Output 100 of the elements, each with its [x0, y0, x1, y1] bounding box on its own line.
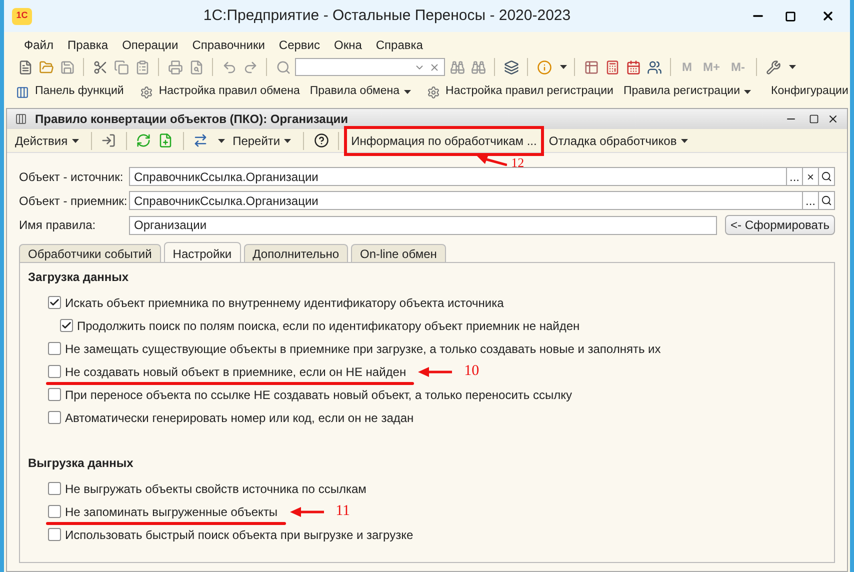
field-button[interactable]: ...: [787, 167, 803, 186]
copy-icon[interactable]: [114, 60, 128, 74]
clipboard-icon[interactable]: [134, 60, 150, 74]
menu-item[interactable]: Операции: [122, 36, 178, 54]
redo-icon[interactable]: [242, 60, 258, 74]
input-field[interactable]: СправочникСсылка.Организации: [129, 191, 803, 210]
close-icon[interactable]: [821, 9, 835, 23]
undo-icon[interactable]: [222, 60, 236, 74]
form-icon: [15, 113, 27, 125]
save-icon[interactable]: [60, 60, 74, 74]
toolbar-button[interactable]: Панель функций: [31, 83, 128, 101]
field-button[interactable]: ×: [803, 167, 819, 186]
checkbox-label: Не запоминать выгруженные объекты: [65, 504, 278, 520]
field-label: Объект - источник:: [19, 168, 124, 186]
binoculars-icon[interactable]: [450, 60, 464, 74]
checkbox-label: Не замещать существующие объекты в приемнике при загрузке, а только создавать новые и заполнять их: [65, 340, 661, 358]
checkbox[interactable]: [60, 319, 73, 332]
calculator-icon[interactable]: [604, 60, 620, 74]
checkbox-label: Продолжить поиск по полям поиска, если по идентификатору объект приемник не найден: [77, 318, 580, 334]
tab[interactable]: Настройки: [164, 242, 241, 262]
checkbox[interactable]: [48, 411, 61, 424]
app-logo: 1С: [12, 8, 32, 24]
tab[interactable]: On-line обмен: [351, 244, 446, 262]
menu-item[interactable]: Файл: [24, 36, 54, 54]
toolbar-button[interactable]: Настройка правил обмена: [154, 83, 304, 101]
arrow-icon: [477, 156, 508, 166]
toolbar-button[interactable]: Отладка обработчиков: [544, 128, 692, 152]
dropdown-arrow-icon: [284, 138, 292, 142]
info-icon[interactable]: [536, 60, 552, 74]
field-button[interactable]: ...: [803, 191, 819, 210]
gear-icon[interactable]: [140, 86, 153, 98]
input-field[interactable]: СправочникСсылка.Организации: [129, 167, 787, 186]
dropdown-arrow-icon: [218, 138, 225, 142]
enter-icon[interactable]: [101, 133, 116, 148]
help-icon[interactable]: [314, 133, 329, 148]
checkbox-label: Искать объект приемника по внутреннему идентификатору объекта источника: [65, 294, 504, 312]
menu-item[interactable]: Окна: [334, 36, 362, 54]
toolbar-button[interactable]: Действия: [11, 128, 83, 152]
search-field[interactable]: [295, 58, 445, 76]
toolbar-button[interactable]: Правила обмена: [306, 83, 415, 101]
menu-item[interactable]: Сервис: [278, 36, 320, 54]
checkbox-label: Не создавать новый объект в приемнике, если он НЕ найден: [65, 364, 406, 380]
clear-icon[interactable]: [429, 62, 440, 72]
dropdown-arrow-icon: [680, 138, 688, 142]
panel-icon[interactable]: [16, 86, 29, 98]
tab[interactable]: Дополнительно: [244, 244, 348, 262]
search-icon[interactable]: [821, 171, 832, 182]
printer-icon[interactable]: [168, 60, 182, 74]
checkbox[interactable]: [48, 296, 61, 309]
search-icon[interactable]: [821, 195, 832, 206]
checkbox[interactable]: [48, 342, 61, 355]
checkbox-label: При переносе объекта по ссылке НЕ создавать новый объект, а только переносить ссылку: [65, 386, 572, 404]
calendar-icon[interactable]: [626, 60, 640, 74]
refresh-icon[interactable]: [136, 133, 152, 148]
toolbar-button[interactable]: Конфигурации: [767, 83, 850, 101]
dropdown-arrow-icon: [404, 90, 411, 94]
checkbox[interactable]: [48, 482, 61, 495]
field-label: Объект - приемник:: [19, 192, 128, 210]
dropdown-arrow-icon: [560, 65, 567, 69]
section-title: Выгрузка данных: [28, 455, 134, 472]
menu-item[interactable]: Правка: [68, 36, 108, 54]
gear-icon[interactable]: [426, 86, 440, 98]
transfer-icon[interactable]: [193, 133, 208, 148]
add-document-icon[interactable]: [158, 133, 174, 148]
toolbar-button[interactable]: Настройка правил регистрации: [442, 83, 618, 101]
arrow-icon: [418, 366, 452, 376]
checkbox-label: Автоматически генерировать номер или код, если он не задан: [65, 410, 414, 426]
wrench-icon[interactable]: [766, 60, 781, 74]
close-icon[interactable]: [827, 113, 839, 125]
arrow-icon: [290, 506, 324, 516]
dropdown-arrow-icon: [744, 90, 752, 94]
checkbox[interactable]: [48, 528, 61, 541]
callout-number: 11: [336, 502, 350, 522]
checkbox-label: Не выгружать объекты свойств источника по ссылкам: [65, 480, 366, 498]
menu-item[interactable]: Справочники: [192, 36, 265, 54]
table-icon[interactable]: [584, 60, 598, 74]
tab[interactable]: Обработчики событий: [19, 244, 161, 262]
toolbar-button[interactable]: Перейти: [228, 128, 296, 152]
toolbar-button[interactable]: Информация по обработчикам ...: [347, 128, 541, 152]
preview-icon[interactable]: [188, 60, 204, 74]
checkbox[interactable]: [48, 505, 61, 518]
toolbar-button[interactable]: Правила регистрации: [619, 83, 756, 101]
window-title: 1С:Предприятие - Остальные Переносы - 2020-2023: [202, 6, 572, 26]
new-document-icon[interactable]: [18, 60, 32, 74]
checkbox[interactable]: [48, 365, 61, 378]
checkbox-label: Использовать быстрый поиск объекта при выгрузке и загрузке: [65, 526, 414, 544]
maximize-icon[interactable]: [784, 10, 796, 22]
binoculars-icon[interactable]: [470, 60, 486, 74]
field-label: Имя правила:: [19, 217, 97, 234]
callout-number: 12: [511, 156, 524, 168]
callout-number: 10: [464, 362, 480, 382]
restore-icon[interactable]: [809, 114, 819, 124]
dropdown-arrow-icon: [789, 65, 796, 69]
input-field[interactable]: Организации: [129, 216, 717, 234]
checkbox[interactable]: [48, 388, 61, 401]
folder-icon[interactable]: [38, 60, 54, 74]
users-icon[interactable]: [646, 60, 662, 74]
scissors-icon[interactable]: [92, 60, 108, 74]
menu-item[interactable]: Справка: [376, 36, 423, 54]
generate-button[interactable]: <- Сформировать: [725, 215, 835, 235]
